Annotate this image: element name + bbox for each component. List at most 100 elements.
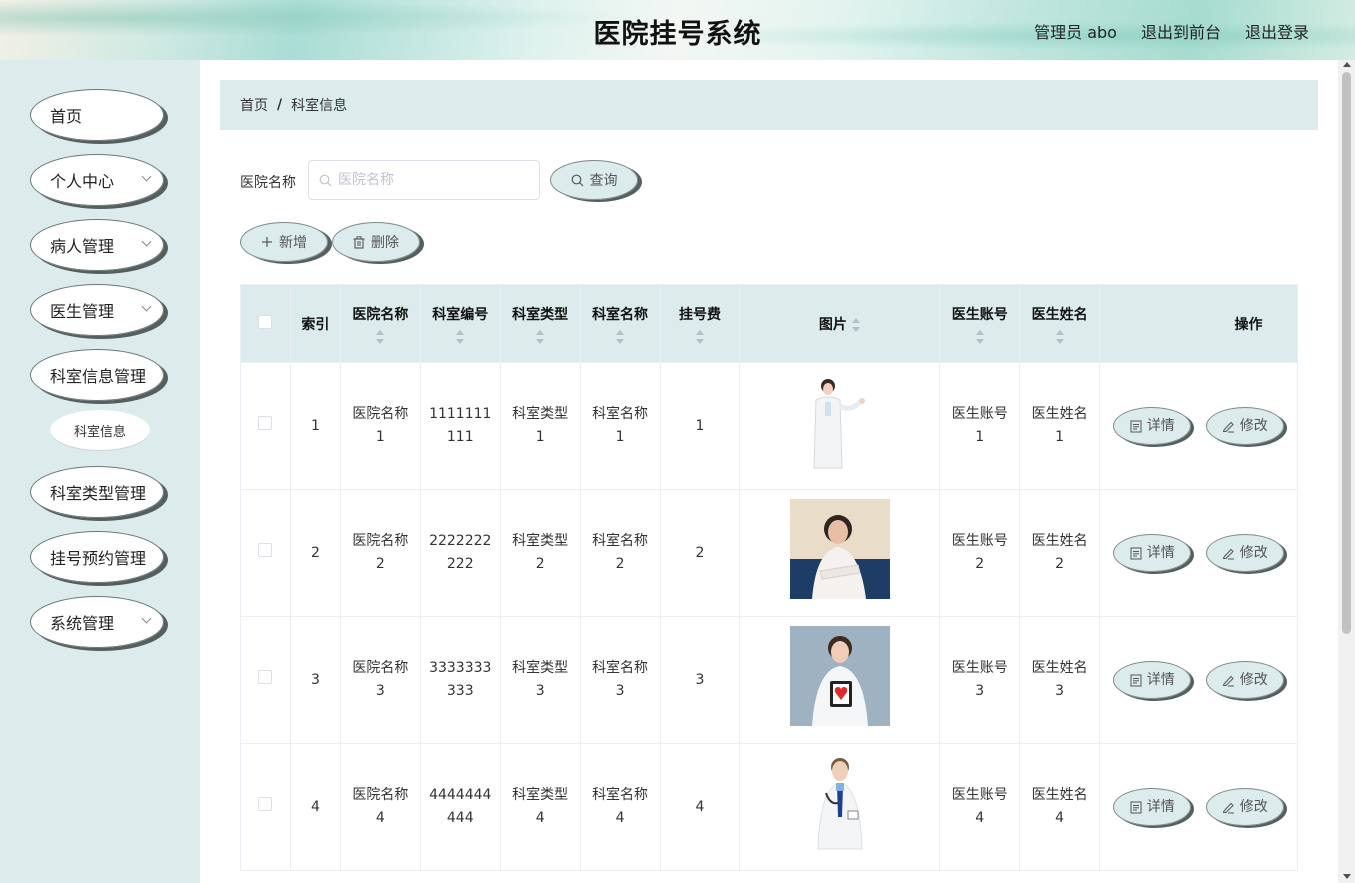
header-doctor-account[interactable]: 医生账号 [939,284,1021,363]
chevron-down-icon [141,236,152,247]
sidebar-subitem-dept-info[interactable]: 科室信息 [50,410,150,450]
select-all-checkbox[interactable] [258,314,273,329]
sort-icon[interactable] [975,329,985,344]
search-input[interactable] [338,172,528,188]
logout-link[interactable]: 退出登录 [1245,19,1309,43]
page-scrollbar[interactable] [1338,60,1355,883]
edit-button[interactable]: 修改 [1205,661,1284,699]
sidebar-item-doctors[interactable]: 医生管理 [30,284,164,336]
header-hospital[interactable]: 医院名称 [339,284,421,363]
search-label: 医院名称 [240,175,296,191]
header-dept-type[interactable]: 科室类型 [499,284,581,363]
cell-doctor-account: 医生账号3 [939,616,1021,744]
sidebar-item-profile[interactable]: 个人中心 [30,154,164,206]
cell-dept-type: 科室类型3 [499,616,581,744]
header-ops: 操作 [1099,284,1298,363]
chevron-down-icon [141,171,152,182]
cell-ops: 详情 修改 [1099,489,1298,617]
scroll-thumb[interactable] [1342,72,1351,634]
cell-ops: 详情 修改 [1099,362,1298,490]
sidebar-item-system[interactable]: 系统管理 [30,596,164,648]
cell-dept-name: 科室名称2 [579,489,661,617]
sort-icon[interactable] [1055,329,1065,344]
sidebar-item-label: 个人中心 [50,172,115,191]
header-fee[interactable]: 挂号费 [659,284,741,363]
sort-icon[interactable] [695,329,705,344]
header-dept-name-label: 科室名称 [592,306,649,323]
cell-hospital: 医院名称2 [339,489,421,617]
cell-fee: 2 [659,489,741,617]
doctor-photo-image[interactable] [789,499,890,599]
row-checkbox[interactable] [258,415,273,430]
edit-button[interactable]: 修改 [1205,407,1284,445]
search-icon [571,174,583,186]
doctor-photo-image[interactable] [789,753,890,853]
document-icon [1130,420,1142,432]
delete-button[interactable]: 删除 [332,222,420,262]
select-all-cell [240,284,291,363]
add-button[interactable]: 新增 [240,222,328,262]
breadcrumb-home[interactable]: 首页 [240,95,268,115]
edit-button[interactable]: 修改 [1205,534,1284,572]
sidebar-item-label: 系统管理 [50,614,115,633]
sidebar-item-patients[interactable]: 病人管理 [30,219,164,271]
sort-icon[interactable] [851,317,861,332]
sidebar-item-appointments[interactable]: 挂号预约管理 [30,531,164,583]
cell-hospital: 医院名称1 [339,362,421,490]
cell-doctor-name: 医生姓名1 [1019,362,1101,490]
cell-fee: 4 [659,743,741,871]
edit-button[interactable]: 修改 [1205,788,1284,826]
sidebar-item-dept-info[interactable]: 科室信息管理 [30,349,164,401]
exit-to-front-link[interactable]: 退出到前台 [1141,19,1221,43]
header-image[interactable]: 图片 [739,284,941,363]
dept-table: 索引 医院名称 科室编号 科室类型 科室名称 挂号费 图片 医生账号 医生姓名 … [240,284,1298,871]
edit-button-label: 修改 [1239,417,1268,434]
table-row: 2 医院名称2 2222222222 科室类型2 科室名称2 2 医生账号2 医… [240,489,1298,617]
detail-button[interactable]: 详情 [1113,661,1192,699]
sort-icon[interactable] [535,329,545,344]
scroll-up-icon[interactable] [1343,62,1351,67]
row-checkbox[interactable] [258,542,273,557]
search-field[interactable] [308,160,540,200]
header-dept-name[interactable]: 科室名称 [579,284,661,363]
header-doctor-name[interactable]: 医生姓名 [1019,284,1101,363]
sort-icon[interactable] [615,329,625,344]
cell-hospital: 医院名称4 [339,743,421,871]
row-checkbox[interactable] [258,796,273,811]
main-content: 首页 / 科室信息 医院名称 查询 新增 删除 索引 医院名称 科室编号 [200,60,1338,883]
search-button[interactable]: 查询 [550,160,638,200]
scroll-down-icon[interactable] [1343,874,1351,879]
header-actions: 管理员 abo 退出到前台 退出登录 [1034,19,1309,43]
cell-fee: 1 [659,362,741,490]
sidebar-item-home[interactable]: 首页 [30,89,164,141]
cell-doctor-name: 医生姓名4 [1019,743,1101,871]
row-checkbox[interactable] [258,669,273,684]
sidebar-item-dept-type[interactable]: 科室类型管理 [30,466,164,518]
cell-image [739,489,941,617]
cell-dept-no: 2222222222 [419,489,501,617]
header-dept-no[interactable]: 科室编号 [419,284,501,363]
doctor-photo-image[interactable] [789,626,890,726]
cell-dept-type: 科室类型1 [499,362,581,490]
detail-button[interactable]: 详情 [1113,407,1192,445]
edit-button-label: 修改 [1239,544,1268,561]
detail-button-label: 详情 [1146,417,1175,434]
trash-icon [353,235,365,249]
breadcrumb-separator: / [277,97,283,113]
pencil-icon [1222,675,1234,686]
cell-dept-type: 科室类型2 [499,489,581,617]
header-hospital-label: 医院名称 [352,306,409,323]
breadcrumb: 首页 / 科室信息 [220,80,1318,130]
cell-dept-no: 4444444444 [419,743,501,871]
table-row: 3 医院名称3 3333333333 科室类型3 科室名称3 3 医生账号3 医… [240,616,1298,744]
admin-label[interactable]: 管理员 abo [1034,19,1117,43]
cell-fee: 3 [659,616,741,744]
detail-button[interactable]: 详情 [1113,788,1192,826]
detail-button[interactable]: 详情 [1113,534,1192,572]
header-fee-label: 挂号费 [678,306,721,323]
sort-icon[interactable] [375,329,385,344]
sort-icon[interactable] [455,329,465,344]
row-select-cell [240,616,291,744]
doctor-photo-image[interactable] [789,372,890,472]
cell-index: 2 [289,489,341,617]
